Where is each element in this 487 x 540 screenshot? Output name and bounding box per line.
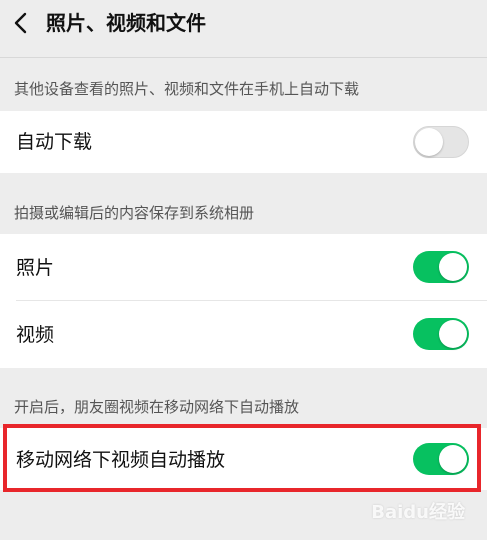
row-divider [16,300,487,301]
toggle-knob [415,128,443,156]
setting-label-photos: 照片 [16,257,55,279]
toggle-knob [439,253,467,281]
chevron-left-icon[interactable] [10,9,34,37]
mobile-autoplay-toggle[interactable] [413,443,469,475]
setting-label-videos: 视频 [16,324,55,346]
setting-label-mobile-autoplay: 移动网络下视频自动播放 [16,449,226,471]
photos-toggle[interactable] [413,251,469,283]
baidu-watermark: Baidu经验 [371,502,465,523]
section-description-auto-download: 其他设备查看的照片、视频和文件在手机上自动下载 [14,80,360,98]
section-description-moments-autoplay: 开启后，朋友圈视频在移动网络下自动播放 [14,398,300,416]
toggle-knob [439,445,467,473]
header-divider [0,57,487,58]
page-title: 照片、视频和文件 [46,11,206,35]
settings-group-save-to-album: 照片 视频 [0,234,487,368]
setting-row-mobile-autoplay[interactable]: 移动网络下视频自动播放 [0,428,487,490]
toggle-knob [439,320,467,348]
auto-download-toggle[interactable] [413,126,469,158]
videos-toggle[interactable] [413,318,469,350]
top-bar: 照片、视频和文件 [0,0,487,46]
setting-row-auto-download[interactable]: 自动下载 [0,111,487,173]
setting-label-auto-download: 自动下载 [16,131,93,153]
section-description-save-to-album: 拍摄或编辑后的内容保存到系统相册 [14,204,255,222]
